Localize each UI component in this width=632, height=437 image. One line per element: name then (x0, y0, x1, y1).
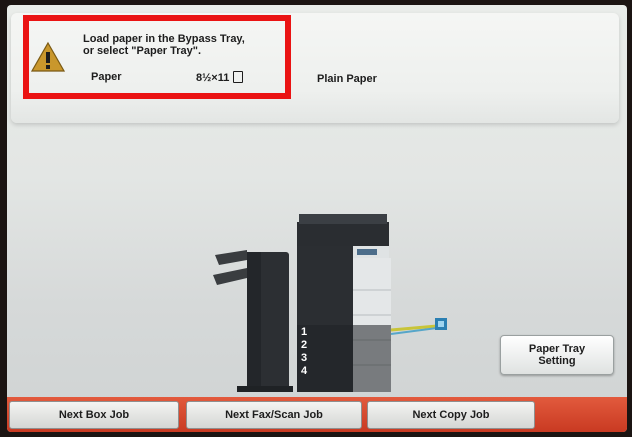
copier-machine-illustration (213, 214, 447, 392)
next-copy-job-button[interactable]: Next Copy Job (367, 401, 535, 429)
touch-screen: Load paper in the Bypass Tray, or select… (7, 5, 627, 432)
paper-tray-setting-label-line1: Paper Tray (528, 343, 586, 355)
warning-triangle-icon (31, 41, 65, 72)
paper-tray-number-1: 1 (301, 326, 308, 338)
next-fax-scan-job-button[interactable]: Next Fax/Scan Job (186, 401, 362, 429)
paper-tray-number-3: 3 (301, 352, 308, 364)
paper-tray-number-2: 2 (301, 339, 308, 351)
paper-orientation-icon (233, 71, 244, 83)
paper-type: Plain Paper (317, 73, 377, 85)
status-panel: Load paper in the Bypass Tray, or select… (11, 13, 619, 123)
next-box-job-button[interactable]: Next Box Job (9, 401, 179, 429)
paper-size: 8½×11 (196, 71, 244, 84)
paper-size-text: 8½×11 (196, 72, 230, 84)
paper-tray-setting-button[interactable]: Paper Tray Setting (500, 335, 614, 375)
paper-tray-setting-label-line2: Setting (538, 355, 576, 367)
warning-message-line1: Load paper in the Bypass Tray, (83, 33, 245, 45)
paper-tray-number-4: 4 (301, 365, 308, 377)
warning-message-line2: or select "Paper Tray". (83, 45, 202, 57)
warning-message: Load paper in the Bypass Tray, or select… (83, 33, 283, 57)
paper-label: Paper (91, 71, 122, 83)
